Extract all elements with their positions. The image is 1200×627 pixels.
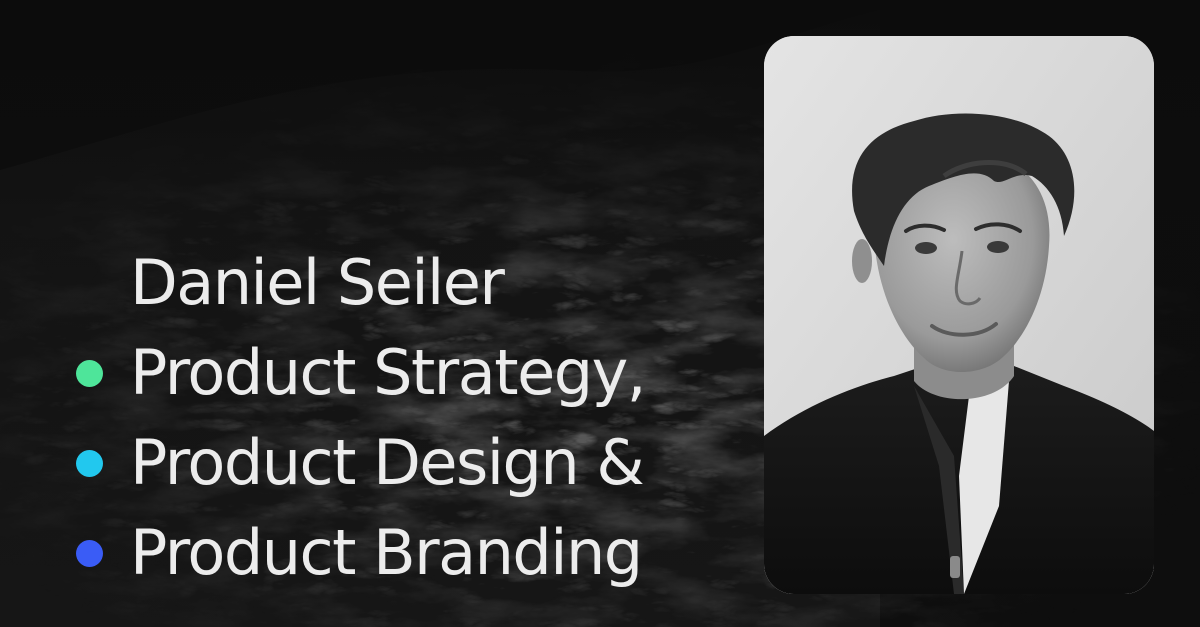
name-text: Daniel Seiler <box>130 246 505 319</box>
service-line-design: Product Design & <box>76 418 645 508</box>
service-label: Product Design & <box>130 426 645 499</box>
headline-block: Daniel Seiler Product Strategy, Product … <box>76 238 646 598</box>
service-line-strategy: Product Strategy, <box>76 328 646 418</box>
green-bullet-icon <box>76 360 103 387</box>
service-line-branding: Product Branding <box>76 508 645 598</box>
portrait-photo-icon <box>764 36 1154 594</box>
hero-card: Daniel Seiler Product Strategy, Product … <box>0 0 1200 627</box>
service-label: Product Strategy, <box>130 336 646 409</box>
cyan-bullet-icon <box>76 450 103 477</box>
portrait-photo <box>764 36 1154 594</box>
name-heading: Daniel Seiler <box>76 238 645 328</box>
blue-bullet-icon <box>76 540 103 567</box>
service-label: Product Branding <box>130 516 643 589</box>
